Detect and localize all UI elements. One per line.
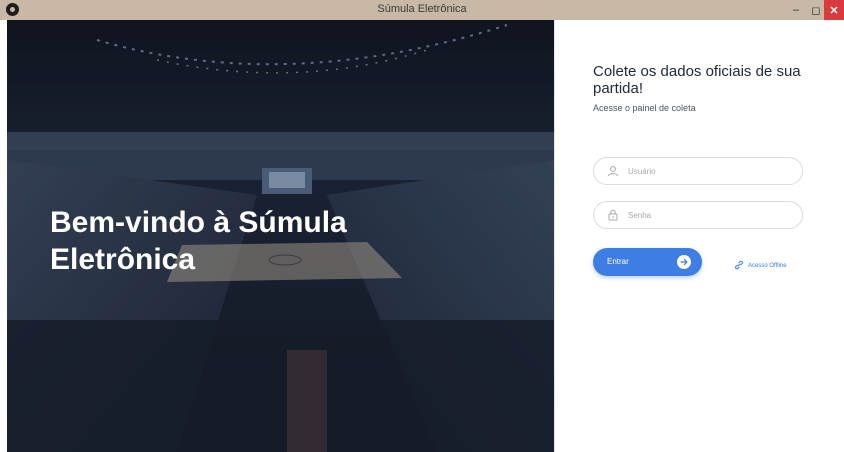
login-panel: Colete os dados oficiais de sua partida!…: [554, 20, 844, 452]
enter-button-label: Entrar: [607, 257, 629, 266]
username-input[interactable]: [626, 165, 790, 177]
window-titlebar: Súmula Eletrônica – ◻ ✕: [0, 0, 844, 20]
close-button[interactable]: ✕: [824, 0, 844, 20]
hero-image: Bem-vindo à Súmula Eletrônica: [7, 20, 554, 452]
window-title: Súmula Eletrônica: [377, 3, 467, 15]
username-field[interactable]: [593, 157, 803, 185]
user-icon: [606, 164, 620, 178]
lock-icon: [606, 208, 620, 222]
offline-access-label: Acesso Offline: [748, 263, 787, 269]
password-input[interactable]: [626, 209, 790, 221]
panel-heading: Colete os dados oficiais de sua partida!: [593, 63, 801, 97]
panel-subheading: Acesse o painel de coleta: [593, 103, 696, 113]
maximize-button[interactable]: ◻: [807, 0, 825, 20]
link-icon: [734, 257, 744, 275]
offline-access-link[interactable]: Acesso Offline: [734, 257, 787, 275]
hero-title: Bem-vindo à Súmula Eletrônica: [50, 206, 347, 276]
minimize-button[interactable]: –: [785, 0, 807, 20]
enter-button[interactable]: Entrar: [593, 248, 702, 276]
password-field[interactable]: [593, 201, 803, 229]
arrow-right-icon: [677, 255, 691, 269]
